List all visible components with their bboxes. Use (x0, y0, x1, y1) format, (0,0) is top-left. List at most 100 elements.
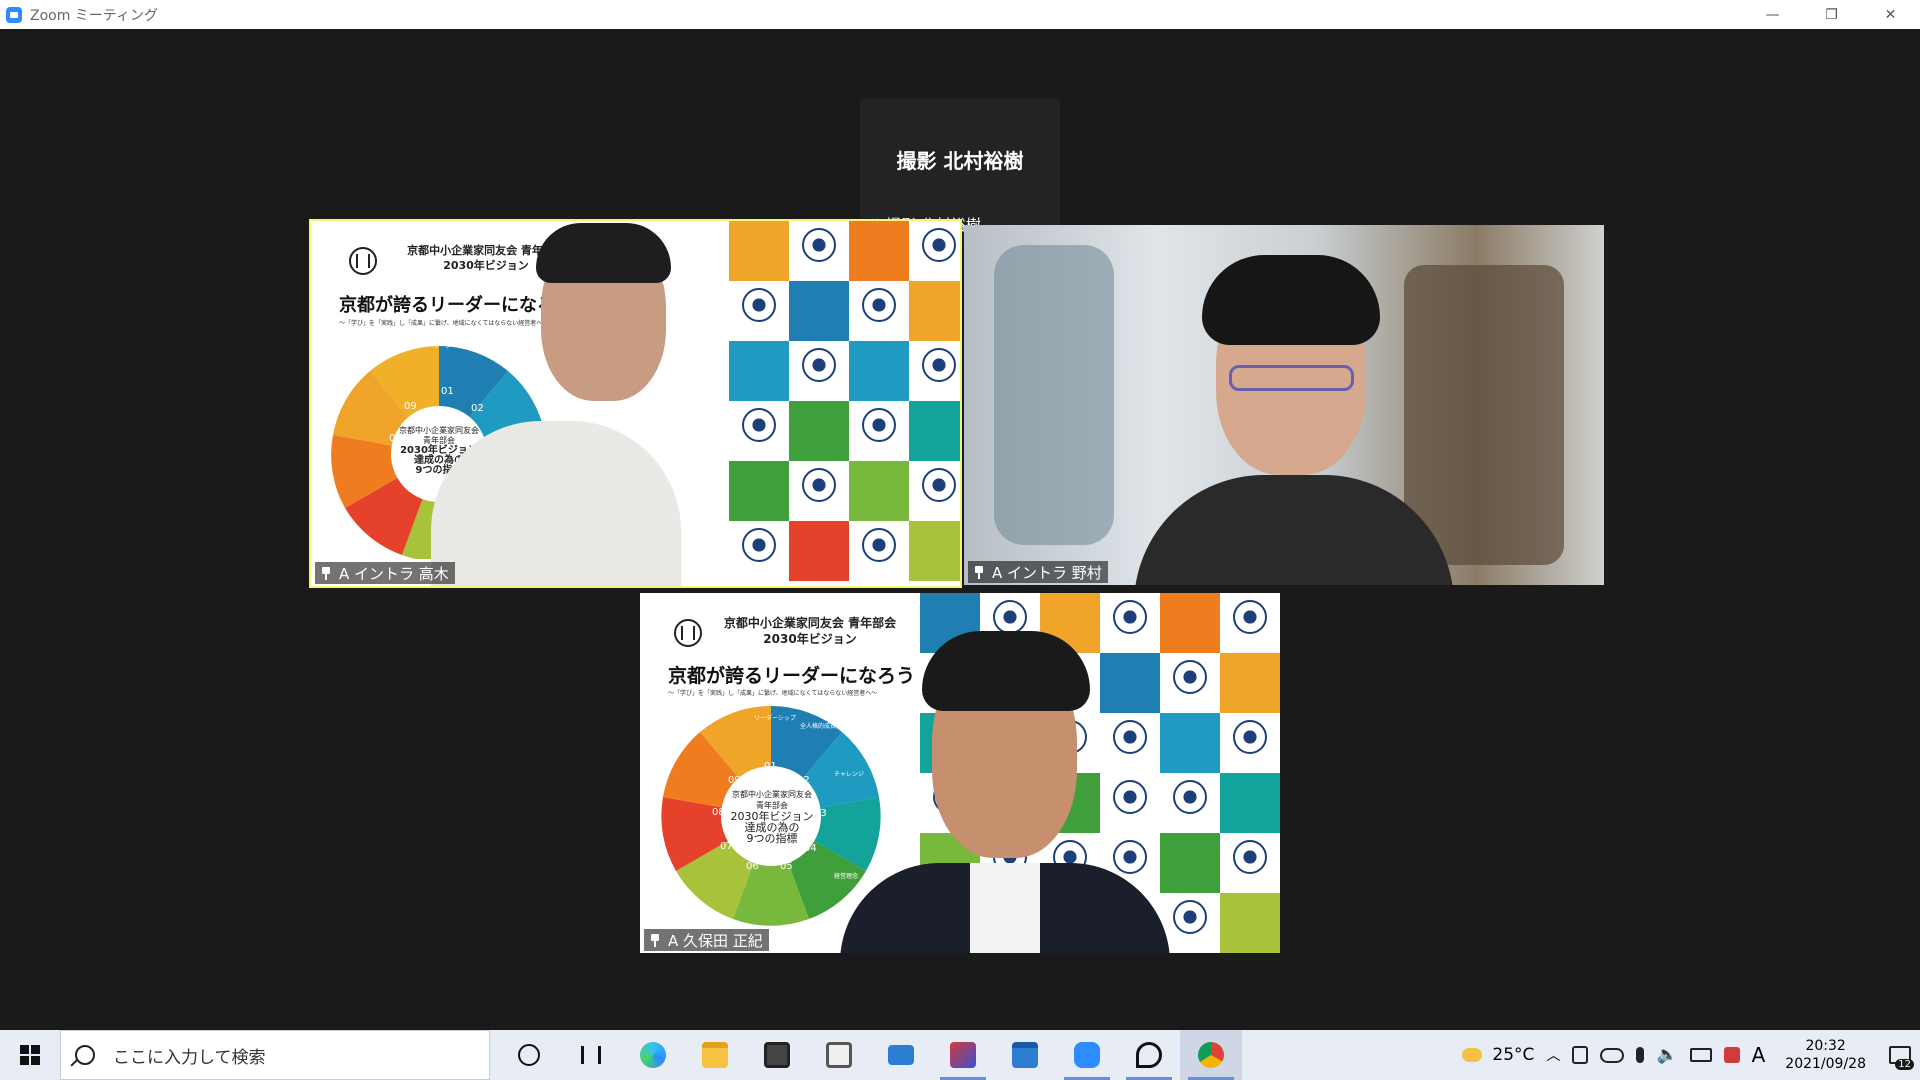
tray-volume[interactable]: 🔈 (1650, 1045, 1683, 1065)
segment-number-09: 09 (404, 401, 417, 412)
segment-number-05: 05 (780, 861, 793, 872)
weather-temperature: 25°C (1492, 1045, 1535, 1065)
participant-name-text: A イントラ 高木 (339, 564, 449, 583)
participant-shirt (970, 863, 1040, 953)
segment-label-01: リーダーシップ (433, 343, 475, 350)
room-shelf-blur (1404, 265, 1564, 565)
segment-number-01: 01 (764, 761, 777, 772)
pin-icon (650, 933, 660, 947)
participant-tile-nomura[interactable]: A イントラ 野村 (964, 225, 1604, 585)
segment-label-01: リーダーシップ (754, 715, 796, 722)
restore-button[interactable]: ❐ (1802, 0, 1861, 29)
pin-icon (321, 566, 331, 580)
action-center-button[interactable]: 12 (1880, 1030, 1920, 1080)
red-app-icon (1723, 1047, 1740, 1063)
segment-number-08: 08 (389, 433, 402, 444)
store-bag-icon (764, 1042, 790, 1068)
tray-microphone[interactable] (1630, 1047, 1650, 1063)
segment-number-01: 01 (441, 386, 454, 397)
segment-label-02: 全人格的成長 (800, 723, 837, 730)
segment-number-04: 04 (804, 843, 817, 854)
participant-video-hair (922, 631, 1090, 711)
system-tray: 25°C ︿ 🔈 A 20:32 2021/09/28 12 (1456, 1030, 1920, 1080)
org-name: 京都中小企業家同友会 青年部会 (723, 616, 897, 630)
taskbar-calendar-app[interactable] (994, 1030, 1056, 1080)
folder-icon (702, 1042, 728, 1068)
participant-tile-video-off[interactable]: 撮影 北村裕樹 撮影 北村裕樹 (860, 99, 1060, 241)
taskbar-chrome[interactable] (1180, 1030, 1242, 1080)
taskbar-clock[interactable]: 20:32 2021/09/28 (1771, 1037, 1880, 1073)
capture-app-icon (826, 1042, 852, 1068)
task-view-button[interactable] (560, 1030, 622, 1080)
camera-icon (1572, 1046, 1589, 1064)
window-titlebar: Zoom ミーティング — ❐ ✕ (0, 0, 1920, 29)
taskbar-file-explorer[interactable] (684, 1030, 746, 1080)
segment-number-02: 02 (797, 775, 810, 786)
clock-time: 20:32 (1805, 1038, 1846, 1054)
participant-tile-kubota[interactable]: 京都中小企業家同友会 青年部会 2030年ビジョン 京都が誇るリーダーになろう … (640, 593, 1280, 953)
segment-number-09: 09 (728, 775, 741, 786)
segment-number-07: 07 (394, 466, 407, 477)
weather-widget[interactable]: 25°C (1456, 1045, 1540, 1065)
zoom-icon (1074, 1042, 1100, 1068)
segment-label-04: 経営理念 (834, 873, 859, 880)
participant-video-hair (1202, 255, 1380, 345)
show-hidden-icons-button[interactable]: ︿ (1540, 1045, 1566, 1065)
ime-mode-indicator[interactable]: A (1746, 1043, 1772, 1067)
taskbar-app-list (498, 1030, 1242, 1080)
taskbar-search-box[interactable]: ここに入力して検索 (60, 1030, 490, 1080)
taskbar-zoom[interactable] (1056, 1030, 1118, 1080)
taskbar-app-black[interactable] (1118, 1030, 1180, 1080)
calendar-app-icon (1012, 1042, 1038, 1068)
participant-name-label: A イントラ 野村 (968, 561, 1108, 583)
chrome-icon (1198, 1042, 1224, 1068)
notification-count-badge: 12 (1895, 1059, 1914, 1070)
participant-name-text: A イントラ 野村 (992, 563, 1102, 582)
windows-taskbar: ここに入力して検索 25°C ︿ 🔈 A 20:32 2021/09/28 12 (0, 1030, 1920, 1080)
participant-name-label: A イントラ 高木 (315, 562, 455, 584)
battery-icon (1689, 1048, 1712, 1062)
taskbar-edge[interactable] (622, 1030, 684, 1080)
room-background-blur (994, 245, 1114, 545)
chevron-up-icon: ︿ (1546, 1048, 1561, 1064)
tray-app-red[interactable] (1718, 1047, 1746, 1063)
taskbar-mail[interactable] (870, 1030, 932, 1080)
cortana-icon (518, 1044, 540, 1066)
search-placeholder: ここに入力して検索 (113, 1047, 266, 1068)
window-title: Zoom ミーティング (30, 7, 158, 24)
colorful-app-icon (950, 1042, 976, 1068)
participant-name-label: A 久保田 正紀 (644, 929, 769, 951)
participant-name-text: A 久保田 正紀 (668, 931, 763, 950)
windows-logo-icon (20, 1045, 40, 1065)
taskbar-app-capture[interactable] (808, 1030, 870, 1080)
segment-number-02: 02 (471, 403, 484, 414)
taskbar-app-colorful[interactable] (932, 1030, 994, 1080)
participant-tile-takagi[interactable]: 京都中小企業家同友会 青年部会 2030年ビジョン 京都が誇るリーダーになろう … (309, 219, 962, 588)
close-button[interactable]: ✕ (1861, 0, 1920, 29)
segment-number-06: 06 (425, 484, 438, 495)
tray-camera-icon[interactable] (1566, 1046, 1594, 1064)
edge-icon (640, 1042, 666, 1068)
segment-number-06: 06 (746, 861, 759, 872)
window-controls: — ❐ ✕ (1743, 0, 1920, 29)
tray-battery[interactable] (1684, 1048, 1718, 1062)
speaker-icon: 🔈 (1656, 1045, 1678, 1065)
participant-display-name: 撮影 北村裕樹 (896, 149, 1024, 173)
search-icon (75, 1045, 95, 1065)
segment-number-07: 07 (720, 841, 733, 852)
segment-label-03: チャレンジ (834, 771, 864, 778)
vision-subtitle: 〜「学び」を「実践」し「成果」に繋げ、地域になくてはならない経営者へ〜 (668, 690, 878, 697)
zoom-app-icon (6, 6, 22, 23)
vision-slogan: 京都が誇るリーダーになろう (668, 665, 916, 687)
tray-onedrive[interactable] (1594, 1047, 1630, 1063)
minimize-button[interactable]: — (1743, 0, 1802, 29)
taskbar-store[interactable] (746, 1030, 808, 1080)
segment-number-08: 08 (712, 807, 725, 818)
start-button[interactable] (0, 1030, 60, 1080)
participant-video-hair (536, 223, 671, 283)
chat-bubble-icon (1136, 1042, 1162, 1068)
cloud-icon (1600, 1047, 1625, 1063)
vision-icon-grid (729, 221, 960, 581)
weather-cloud-sun-icon (1462, 1048, 1483, 1062)
cortana-button[interactable] (498, 1030, 560, 1080)
